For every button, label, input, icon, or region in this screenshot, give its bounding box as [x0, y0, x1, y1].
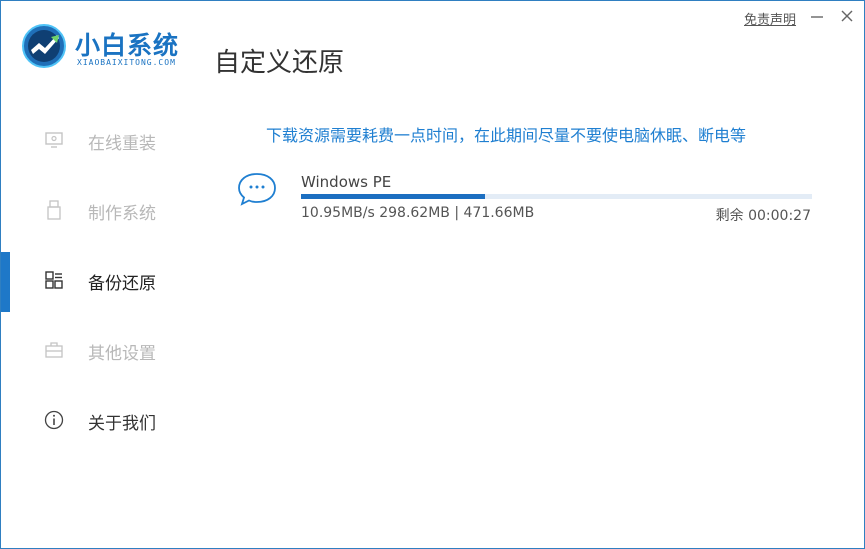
disclaimer-link[interactable]: 免责声明 — [744, 9, 796, 28]
info-icon — [44, 410, 64, 430]
sidebar-item-label: 其他设置 — [88, 344, 156, 364]
sidebar-item-about-us[interactable]: 关于我们 — [1, 385, 201, 455]
time-remaining: 剩余 00:00:27 — [715, 208, 811, 224]
progress-fill — [301, 194, 485, 199]
task-name: Windows PE — [301, 173, 392, 191]
logo: 小白系统 XIAOBAIXITONG.COM — [21, 23, 201, 75]
sidebar: 在线重装 制作系统 备份还原 其他设置 关于我们 — [1, 105, 201, 455]
sidebar-item-label: 关于我们 — [88, 414, 156, 434]
minimize-icon — [811, 16, 823, 18]
sidebar-item-label: 在线重装 — [88, 134, 156, 154]
logo-name: 小白系统 — [75, 31, 180, 60]
close-button[interactable] — [837, 5, 857, 27]
minimize-button[interactable] — [807, 5, 827, 27]
close-icon — [841, 10, 853, 22]
sidebar-item-online-reinstall[interactable]: 在线重装 — [1, 105, 201, 175]
page-title: 自定义还原 — [214, 48, 345, 78]
chat-face-icon — [238, 173, 276, 206]
download-progress-bar — [301, 194, 812, 199]
sidebar-item-other-settings[interactable]: 其他设置 — [1, 315, 201, 385]
download-notice: 下载资源需要耗费一点时间，在此期间尽量不要使电脑休眠、断电等 — [266, 126, 747, 145]
app-window: 小白系统 XIAOBAIXITONG.COM 自定义还原 免责声明 在线重装 制… — [0, 0, 865, 549]
sidebar-item-backup-restore[interactable]: 备份还原 — [1, 245, 201, 315]
logo-subtitle: XIAOBAIXITONG.COM — [77, 58, 176, 67]
briefcase-icon — [45, 342, 63, 358]
grid-icon — [45, 271, 63, 289]
download-stats: 10.95MB/s 298.62MB | 471.66MB — [301, 205, 535, 221]
sidebar-item-make-system[interactable]: 制作系统 — [1, 175, 201, 245]
monitor-icon — [45, 132, 63, 148]
sidebar-item-label: 备份还原 — [88, 274, 156, 294]
logo-mark-icon — [22, 24, 66, 68]
sidebar-item-label: 制作系统 — [88, 204, 156, 224]
usb-icon — [47, 200, 61, 220]
